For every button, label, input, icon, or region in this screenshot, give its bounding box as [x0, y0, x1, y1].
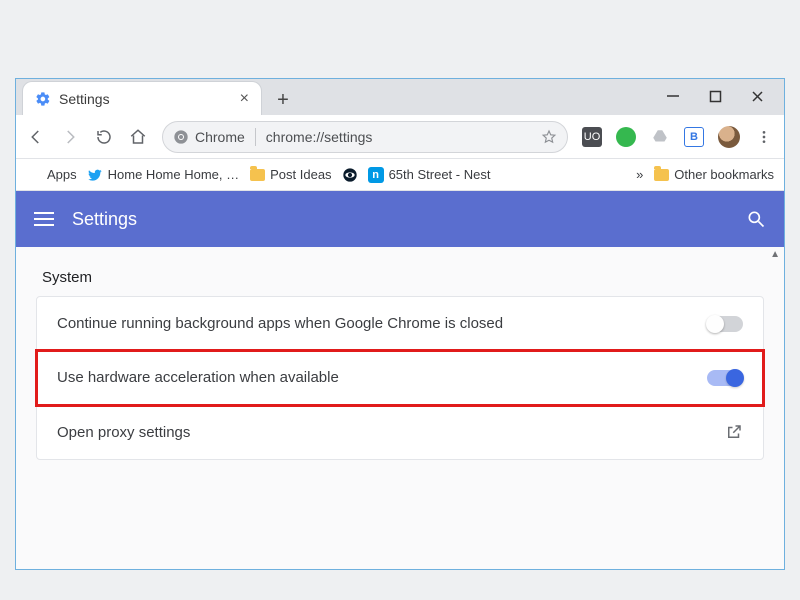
external-link-icon [725, 423, 743, 441]
star-icon[interactable] [541, 129, 557, 145]
omnibox-url: chrome://settings [266, 129, 535, 145]
ublock-icon[interactable]: UO [582, 127, 602, 147]
browser-toolbar: Chrome chrome://settings UO B [16, 115, 784, 159]
settings-search-icon[interactable] [746, 209, 766, 229]
bookmark-home-label: Home Home Home, … [108, 167, 239, 182]
bookmark-post-ideas[interactable]: Post Ideas [249, 167, 331, 183]
home-button[interactable] [128, 127, 148, 147]
twitter-icon [87, 167, 103, 183]
omnibox-divider [255, 128, 256, 146]
toggle-background-apps[interactable] [707, 316, 743, 332]
other-bookmarks-label: Other bookmarks [674, 167, 774, 182]
system-settings-card: Continue running background apps when Go… [36, 296, 764, 460]
settings-title: Settings [72, 209, 728, 230]
omnibox-protocol: Chrome [195, 129, 245, 145]
bookmark-nest-label: 65th Street - Nest [389, 167, 491, 182]
scrollbar-up-icon[interactable]: ▲ [770, 249, 780, 260]
bookmark-overflow[interactable]: » [636, 167, 643, 182]
maximize-button[interactable] [708, 89, 722, 103]
apps-shortcut[interactable]: Apps [26, 167, 77, 183]
folder-icon [653, 167, 669, 183]
tab-title: Settings [59, 91, 240, 107]
forward-button[interactable] [60, 127, 80, 147]
row-background-apps-label: Continue running background apps when Go… [57, 315, 503, 332]
apps-label: Apps [47, 167, 77, 182]
back-button[interactable] [26, 127, 46, 147]
section-system-title: System [42, 269, 764, 286]
window-close-button[interactable] [750, 89, 764, 103]
browser-window: Settings × + Chrome [15, 78, 785, 570]
other-bookmarks[interactable]: Other bookmarks [653, 167, 774, 183]
row-hardware-acceleration-label: Use hardware acceleration when available [57, 369, 339, 386]
tab-close-icon[interactable]: × [240, 90, 249, 108]
nest-icon: n [368, 167, 384, 183]
omnibox[interactable]: Chrome chrome://settings [162, 121, 568, 153]
bookmark-cbs[interactable] [342, 167, 358, 183]
reload-button[interactable] [94, 127, 114, 147]
bookmark-post-ideas-label: Post Ideas [270, 167, 331, 182]
new-tab-button[interactable]: + [268, 85, 298, 115]
browser-menu-button[interactable] [754, 127, 774, 147]
tab-settings[interactable]: Settings × [22, 81, 262, 115]
folder-icon [249, 167, 265, 183]
row-background-apps: Continue running background apps when Go… [37, 297, 763, 351]
extension-green-icon[interactable] [616, 127, 636, 147]
settings-content: ▲ System Continue running background app… [16, 247, 784, 569]
profile-avatar[interactable] [718, 126, 740, 148]
bookmark-nest[interactable]: n 65th Street - Nest [368, 167, 491, 183]
minimize-button[interactable] [666, 89, 680, 103]
bookmark-home[interactable]: Home Home Home, … [87, 167, 239, 183]
settings-appbar: Settings [16, 191, 784, 247]
toggle-hardware-acceleration[interactable] [707, 370, 743, 386]
cbs-icon [342, 167, 358, 183]
apps-icon [26, 167, 42, 183]
row-hardware-acceleration: Use hardware acceleration when available [37, 351, 763, 405]
drive-icon[interactable] [650, 127, 670, 147]
row-open-proxy[interactable]: Open proxy settings [37, 405, 763, 459]
menu-icon[interactable] [34, 212, 54, 226]
bookmarks-bar: Apps Home Home Home, … Post Ideas n 65th… [16, 159, 784, 191]
gear-icon [35, 91, 51, 107]
row-open-proxy-label: Open proxy settings [57, 424, 190, 441]
chrome-icon [173, 129, 189, 145]
extension-box-icon[interactable]: B [684, 127, 704, 147]
